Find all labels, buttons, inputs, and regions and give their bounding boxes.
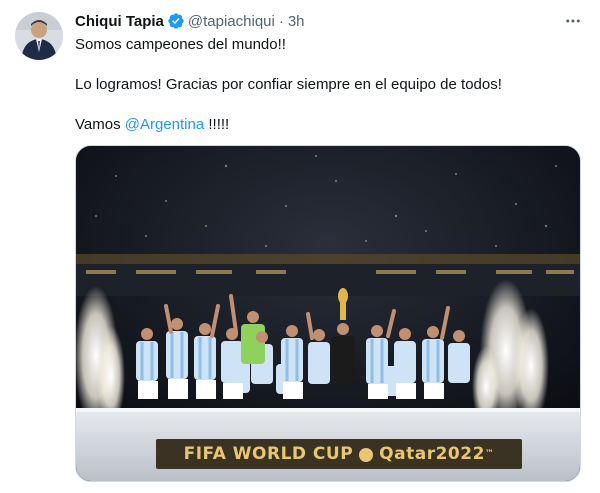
tweet-line-3-prefix: Vamos <box>75 116 121 133</box>
celebration-photo <box>76 146 580 481</box>
tweet-line-3-suffix: !!!!! <box>204 116 230 133</box>
fifa-world-cup-banner: FIFA WORLD CUP Qatar2022 ™ <box>156 439 522 469</box>
avatar-image <box>15 12 63 60</box>
banner-trademark: ™ <box>484 449 495 459</box>
more-horizontal-icon <box>566 19 580 23</box>
football-icon <box>359 448 374 462</box>
tweet-line-2: Lo logramos! Gracias por confiar siempre… <box>75 76 502 93</box>
tweet-card[interactable]: Chiqui Tapia @tapiachiqui · 3h Somos cam… <box>0 0 600 493</box>
tweet-photo[interactable]: FIFA WORLD CUP Qatar2022 ™ <box>75 145 581 482</box>
verified-badge-icon <box>168 13 184 29</box>
author-handle[interactable]: @tapiachiqui <box>188 13 275 30</box>
tweet-line-3: Vamos @Argentina !!!!! <box>75 115 229 135</box>
tweet-line-1: Somos campeones del mundo!! <box>75 36 286 53</box>
avatar[interactable] <box>15 12 63 60</box>
author-name[interactable]: Chiqui Tapia <box>75 13 164 30</box>
tweet-header: Chiqui Tapia @tapiachiqui · 3h <box>75 10 305 32</box>
more-options-button[interactable] <box>562 12 584 30</box>
mention-link[interactable]: @Argentina <box>125 116 204 133</box>
separator-dot: · <box>278 12 284 30</box>
timestamp[interactable]: 3h <box>288 13 305 30</box>
banner-text-right: Qatar2022 <box>379 444 485 464</box>
banner-text-left: FIFA WORLD CUP <box>183 444 354 464</box>
